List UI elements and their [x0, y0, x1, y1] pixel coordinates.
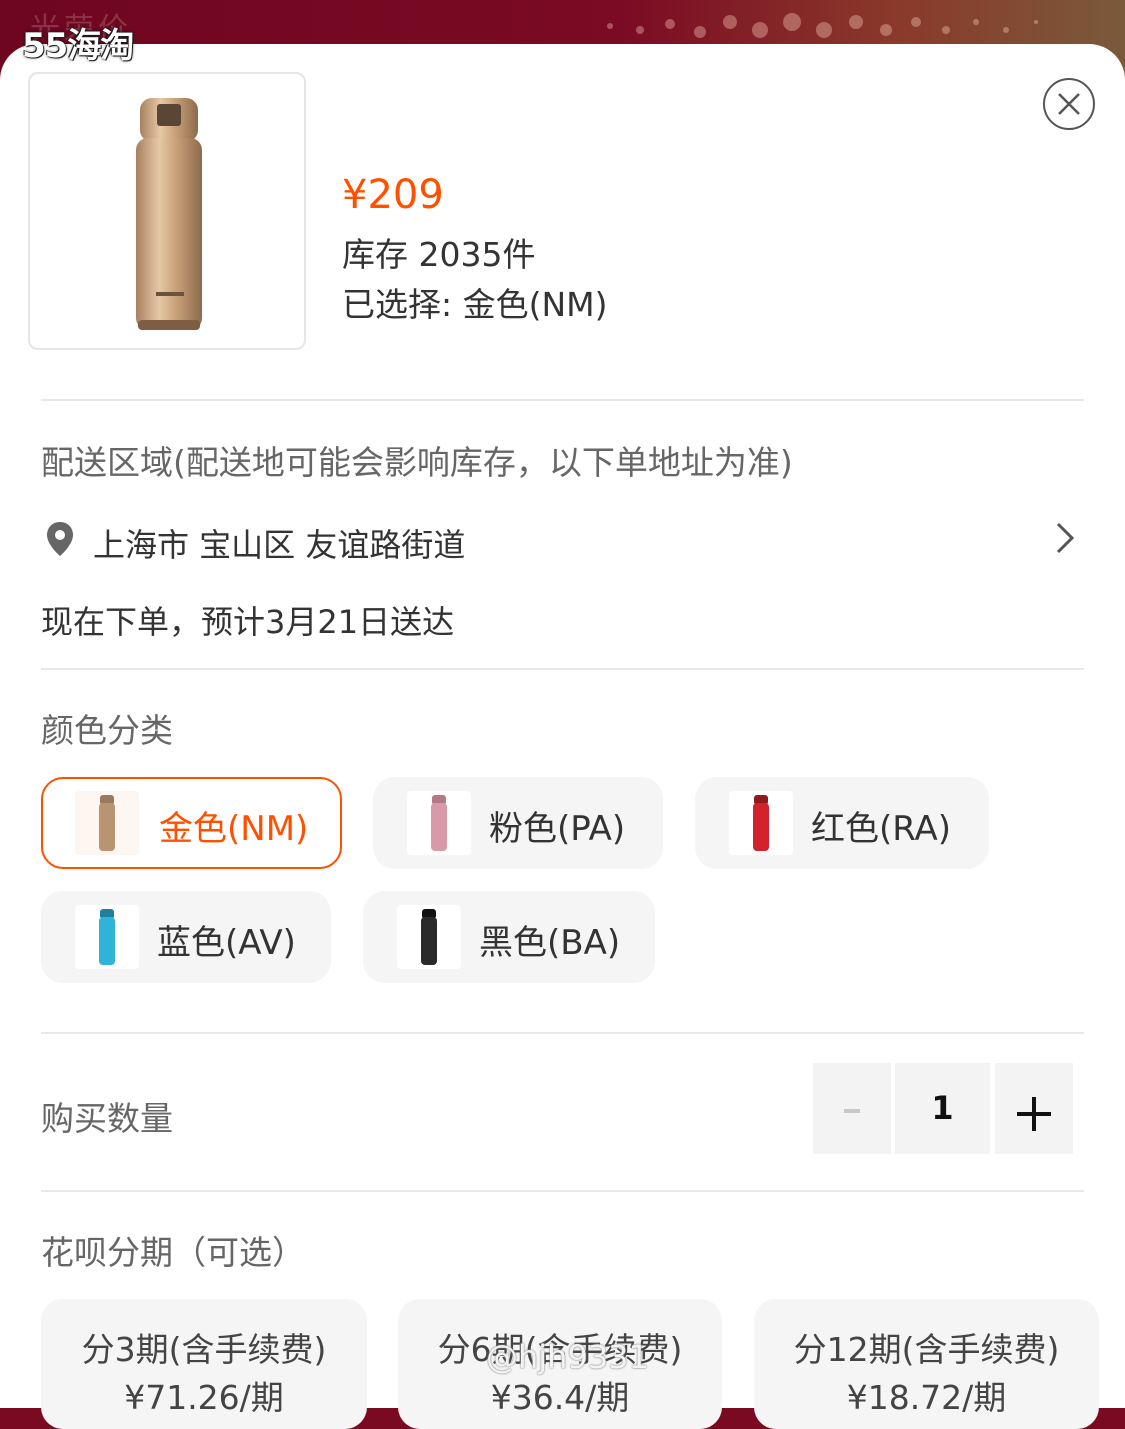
gold-swatch	[75, 791, 139, 855]
quantity-label: 购买数量	[41, 1099, 173, 1138]
color-option-gold[interactable]: 金色(NM)	[41, 777, 342, 869]
stock-count: 库存 2035件	[342, 235, 536, 274]
quantity-increase-button[interactable]	[995, 1063, 1073, 1154]
divider	[41, 1032, 1084, 1034]
close-button[interactable]	[1043, 78, 1095, 130]
red-swatch	[729, 791, 793, 855]
color-option-label: 红色(RA)	[811, 809, 952, 849]
quantity-value[interactable]: 1	[895, 1063, 990, 1154]
color-option-label: 金色(NM)	[159, 809, 309, 849]
installment-option-3[interactable]: 分3期(含手续费) ¥71.26/期	[41, 1299, 367, 1429]
delivery-section-title: 配送区域(配送地可能会影响库存，以下单地址为准)	[41, 443, 793, 482]
installment-option-12[interactable]: 分12期(含手续费) ¥18.72/期	[754, 1299, 1099, 1429]
installment-title: 分12期(含手续费)	[793, 1330, 1060, 1369]
user-watermark: @hjh9331	[486, 1338, 649, 1376]
selected-variant: 已选择: 金色(NM)	[342, 285, 608, 324]
delivery-address[interactable]: 上海市 宝山区 友谊路街道	[93, 520, 465, 566]
color-option-label: 蓝色(AV)	[157, 923, 296, 963]
pink-swatch	[407, 791, 471, 855]
divider	[41, 668, 1084, 670]
installment-amount: ¥18.72/期	[846, 1378, 1007, 1417]
location-pin-icon	[44, 520, 76, 562]
quantity-decrease-button[interactable]	[813, 1063, 891, 1154]
installment-amount: ¥36.4/期	[490, 1378, 630, 1417]
chevron-right-icon[interactable]	[1050, 518, 1080, 562]
watermark-logo: 55海淘	[22, 26, 134, 66]
product-thumbnail	[28, 72, 306, 350]
divider	[41, 1190, 1084, 1192]
color-option-label: 黑色(BA)	[479, 923, 621, 963]
installment-title: 分3期(含手续费)	[81, 1330, 327, 1369]
plus-icon	[1017, 1097, 1051, 1131]
delivery-estimate: 现在下单，预计3月21日送达	[41, 603, 455, 641]
color-option-pink[interactable]: 粉色(PA)	[373, 777, 663, 869]
thermos-image	[136, 98, 202, 330]
product-price: ¥209	[342, 172, 444, 218]
color-option-black[interactable]: 黑色(BA)	[363, 891, 655, 983]
blue-swatch	[75, 905, 139, 969]
close-icon	[1058, 93, 1080, 115]
banner-decoration	[607, 13, 1038, 38]
color-option-blue[interactable]: 蓝色(AV)	[41, 891, 331, 983]
installment-amount: ¥71.26/期	[124, 1378, 284, 1417]
divider	[41, 399, 1084, 401]
installment-section-title: 花呗分期（可选）	[41, 1233, 305, 1272]
black-swatch	[397, 905, 461, 969]
color-option-label: 粉色(PA)	[489, 809, 626, 849]
minus-icon	[844, 1109, 860, 1113]
color-option-red[interactable]: 红色(RA)	[695, 777, 989, 869]
color-section-title: 颜色分类	[41, 711, 173, 750]
